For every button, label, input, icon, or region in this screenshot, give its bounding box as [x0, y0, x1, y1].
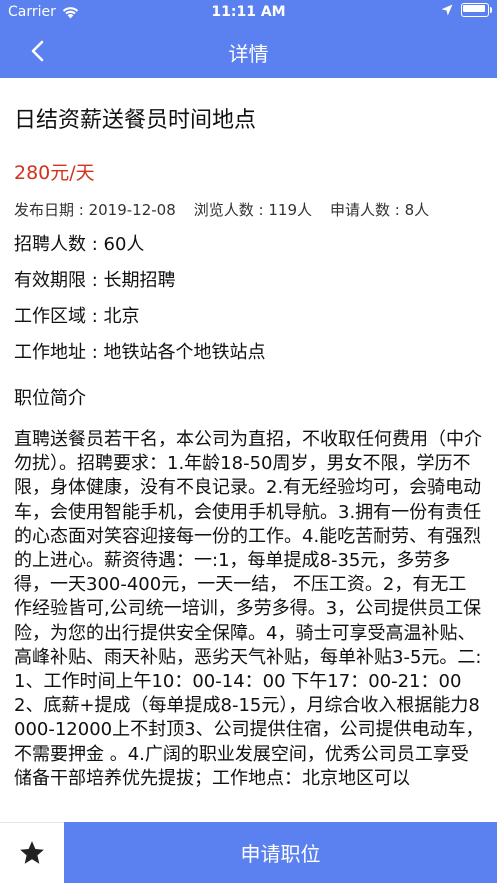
footer-bar: 申请职位 — [0, 822, 497, 883]
apply-button[interactable]: 申请职位 — [64, 822, 497, 883]
publish-date: 发布日期 : 2019-12-08 — [14, 201, 176, 219]
view-count: 浏览人数 : 119人 — [193, 201, 312, 219]
status-bar: Carrier 11:11 AM — [0, 0, 497, 26]
work-address: 工作地址 : 地铁站各个地铁站点 — [14, 342, 266, 363]
description-title: 职位简介 — [14, 388, 86, 409]
star-icon — [20, 841, 44, 864]
job-detail: 日结资薪送餐员时间地点 280元/天 发布日期 : 2019-12-08 浏览人数… — [14, 78, 484, 815]
applicant-count: 申请人数 : 8人 — [330, 201, 430, 219]
job-title: 日结资薪送餐员时间地点 — [14, 108, 257, 133]
work-area: 工作区域 : 北京 — [14, 306, 140, 327]
status-right — [441, 3, 492, 17]
headcount: 招聘人数 : 60人 — [14, 234, 145, 255]
status-time: 11:11 AM — [211, 4, 286, 20]
job-meta: 发布日期 : 2019-12-08 浏览人数 : 119人 申请人数 : 8人 — [14, 198, 484, 222]
location-arrow-icon — [441, 4, 453, 16]
battery-icon — [461, 3, 492, 17]
job-salary: 280元/天 — [14, 162, 95, 184]
page-title: 详情 — [228, 42, 269, 66]
nav-bar: 详情 — [0, 26, 497, 78]
job-description[interactable]: 直聘送餐员若干名，本公司为直招，不收取任何费用（中介勿扰）。招聘要求：1.年龄1… — [14, 428, 484, 815]
header: Carrier 11:11 AM 详情 — [0, 0, 497, 78]
validity-period: 有效期限 : 长期招聘 — [14, 270, 176, 291]
favorite-button[interactable] — [0, 822, 64, 883]
